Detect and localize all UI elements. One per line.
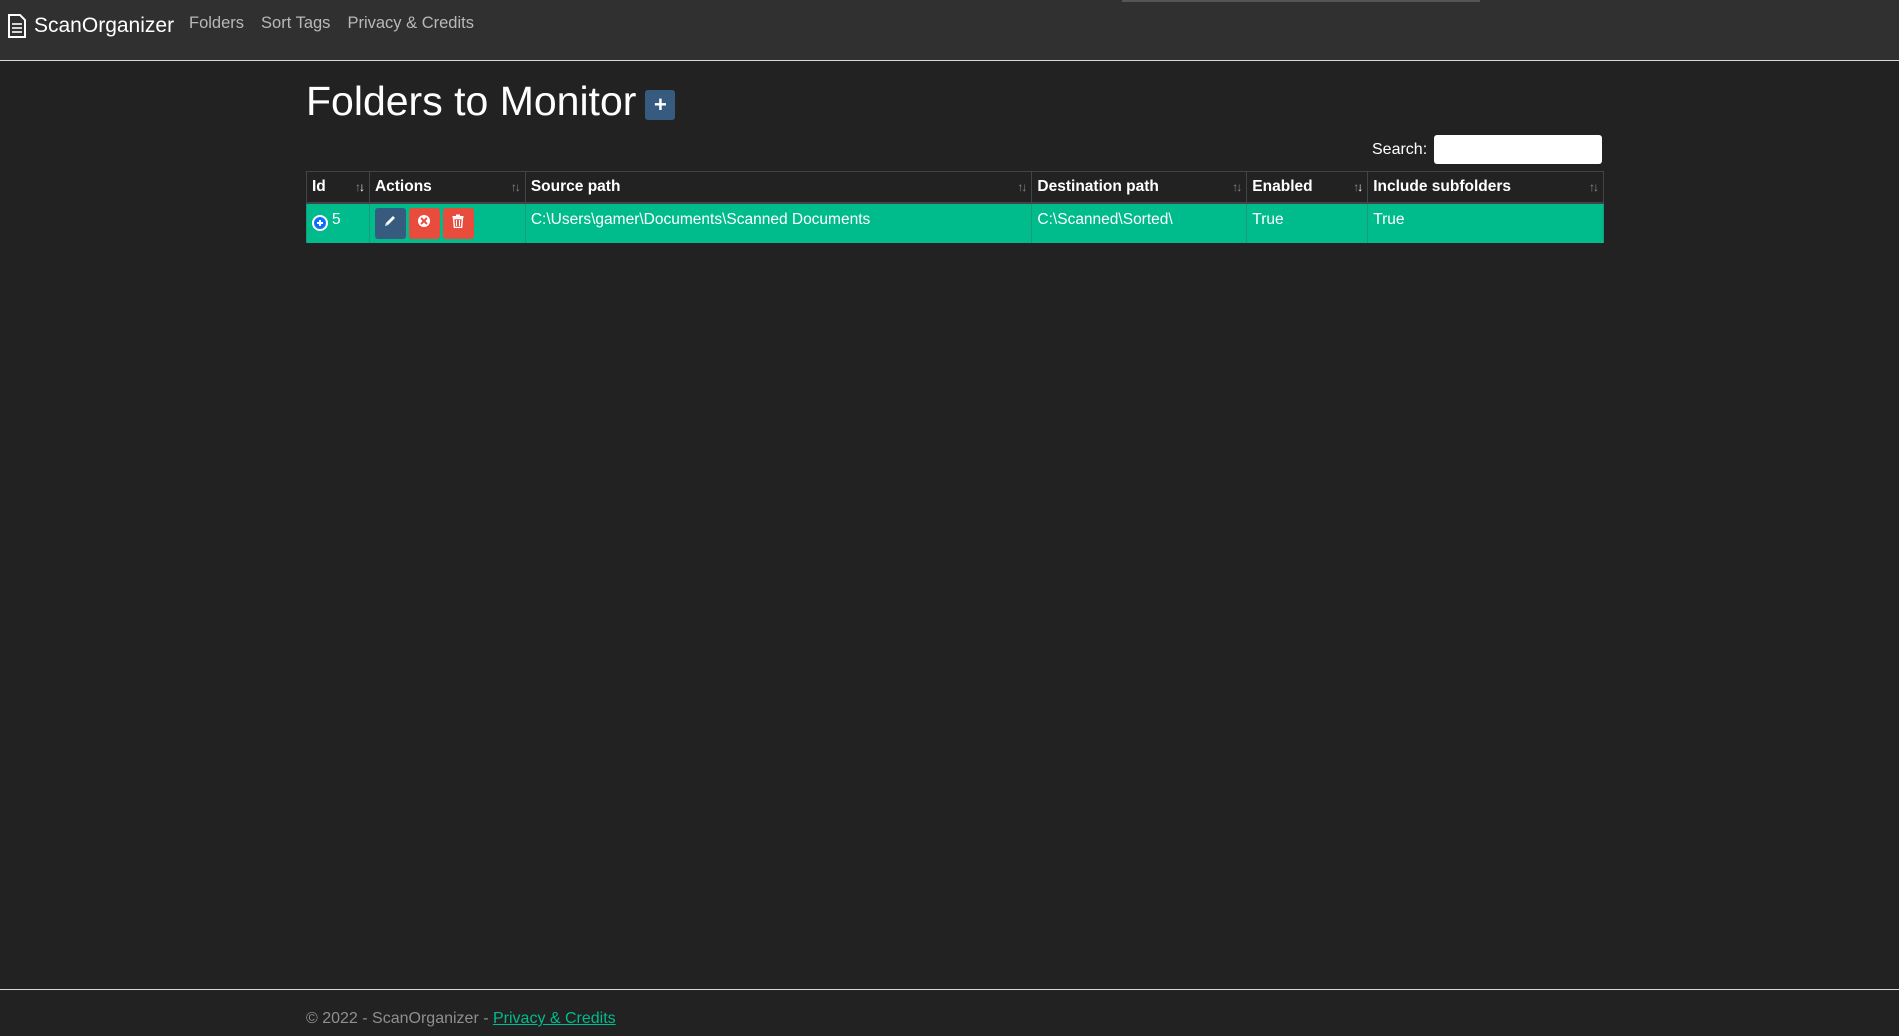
nav-link-sort-tags[interactable]: Sort Tags	[261, 14, 330, 33]
edit-button[interactable]	[374, 207, 406, 239]
column-header-enabled[interactable]: Enabled ↑↓	[1246, 171, 1369, 204]
column-header-source-path[interactable]: Source path ↑↓	[524, 171, 1033, 204]
cell-destination-path: C:\Scanned\Sorted\	[1031, 202, 1248, 243]
row-id: 5	[332, 210, 341, 228]
column-header-include-subfolders[interactable]: Include subfolders ↑↓	[1367, 171, 1604, 204]
document-icon	[7, 14, 27, 38]
column-label: Source path	[530, 177, 621, 195]
sort-icon: ↑↓	[1017, 180, 1027, 194]
sort-icon: ↑↓	[354, 180, 365, 194]
expand-icon[interactable]	[312, 214, 328, 231]
row-actions	[374, 207, 520, 239]
table-header-row: Id ↑↓ Actions ↑↓ Source path ↑↓ Destinat…	[306, 171, 1604, 204]
column-header-id[interactable]: Id ↑↓	[306, 171, 370, 204]
delete-button[interactable]	[442, 207, 474, 239]
brand-link[interactable]: ScanOrganizer	[7, 12, 174, 40]
footer-text: © 2022 - ScanOrganizer - Privacy & Credi…	[306, 1010, 616, 1028]
nav-link-privacy-credits[interactable]: Privacy & Credits	[347, 14, 474, 33]
search-box: Search:	[1372, 135, 1603, 164]
cell-include-subfolders: True	[1367, 202, 1604, 243]
sort-icon: ↑↓	[510, 180, 521, 194]
column-header-actions[interactable]: Actions ↑↓	[368, 171, 526, 204]
add-folder-button[interactable]: +	[645, 90, 676, 120]
search-label: Search:	[1372, 140, 1428, 158]
page-title: Folders to Monitor	[306, 78, 637, 124]
column-header-destination-path[interactable]: Destination path ↑↓	[1031, 171, 1248, 204]
column-label: Id	[312, 177, 326, 195]
disable-button[interactable]	[408, 207, 440, 239]
cell-source-path: C:\Users\gamer\Documents\Scanned Documen…	[524, 202, 1033, 243]
sort-icon: ↑↓	[1589, 180, 1599, 194]
trash-icon	[452, 214, 464, 233]
sort-icon: ↑↓	[1232, 180, 1242, 194]
pencil-icon	[383, 214, 397, 233]
plus-icon: +	[653, 92, 667, 117]
footer-privacy-link[interactable]: Privacy & Credits	[493, 1010, 616, 1027]
sort-icon: ↑↓	[1353, 180, 1363, 194]
table-row[interactable]: 5 C:\Users\gamer\Documents\Scanned Docum…	[306, 202, 1604, 243]
column-label: Enabled	[1252, 177, 1313, 195]
nav-links: Folders Sort Tags Privacy & Credits	[189, 14, 474, 33]
cell-actions	[368, 202, 526, 243]
copyright-text: © 2022 - ScanOrganizer -	[306, 1010, 493, 1027]
title-row: Folders to Monitor +	[306, 76, 676, 126]
folders-table: Id ↑↓ Actions ↑↓ Source path ↑↓ Destinat…	[306, 171, 1604, 243]
column-label: Actions	[374, 177, 432, 195]
column-label: Include subfolders	[1373, 177, 1512, 195]
cell-enabled: True	[1246, 202, 1369, 243]
brand-label: ScanOrganizer	[34, 14, 175, 37]
column-label: Destination path	[1037, 177, 1159, 195]
cell-id: 5	[306, 202, 370, 243]
search-input[interactable]	[1434, 135, 1603, 164]
top-scroll-indicator	[1122, 0, 1480, 2]
footer: © 2022 - ScanOrganizer - Privacy & Credi…	[0, 989, 1899, 1036]
nav-link-folders[interactable]: Folders	[189, 14, 244, 33]
close-circle-icon	[417, 214, 431, 233]
navbar: ScanOrganizer Folders Sort Tags Privacy …	[0, 0, 1899, 61]
